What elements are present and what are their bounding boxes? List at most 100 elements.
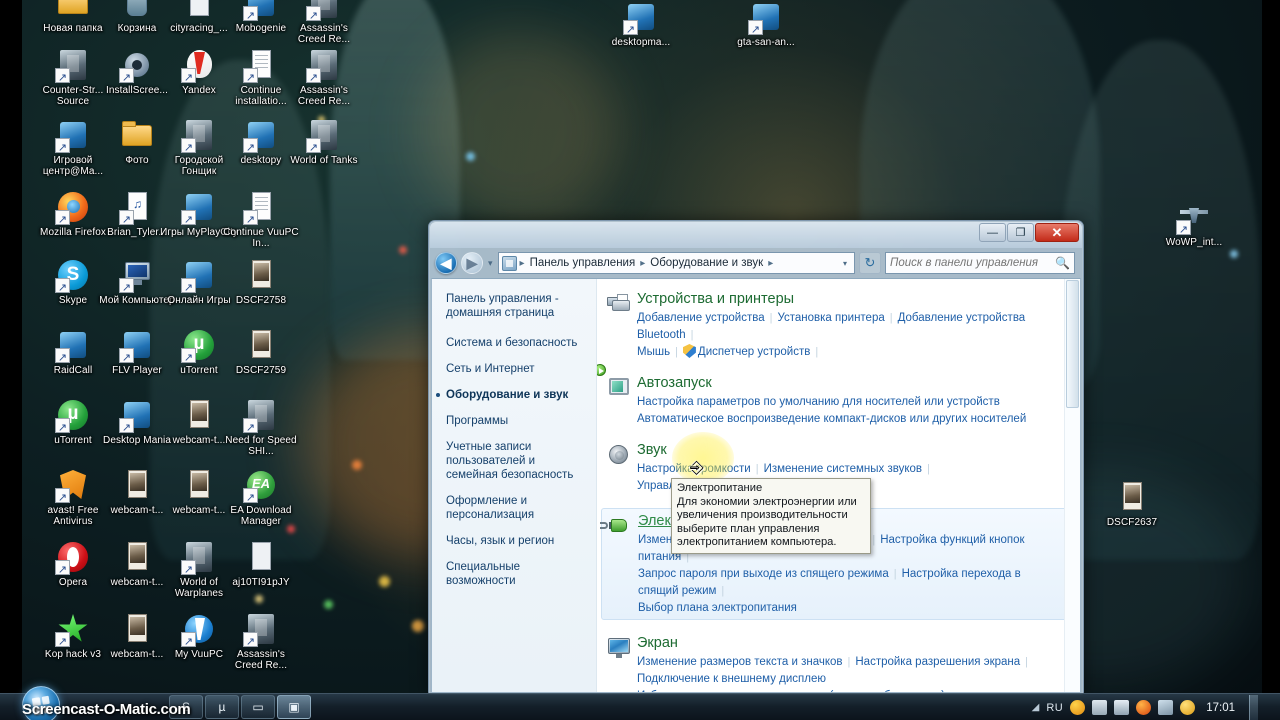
desktop-icon-label: EA Download Manager	[230, 505, 292, 527]
game-icon	[181, 540, 216, 577]
taskbar-button-skype[interactable]: S	[169, 695, 203, 719]
desktop-icon[interactable]: DSCF2637	[1093, 480, 1171, 528]
category-task-link[interactable]: Настройка параметров по умолчанию для но…	[637, 396, 1000, 408]
desktop-icon[interactable]: DSCF2758	[222, 258, 300, 306]
language-indicator[interactable]: RU	[1046, 702, 1063, 714]
sidebar-item[interactable]: Программы	[446, 414, 586, 428]
desktop-icon[interactable]: WoWP_int...	[1155, 200, 1233, 248]
category-title-link[interactable]: Автозапуск	[637, 374, 1060, 392]
desktop-icon-label: World of Tanks	[290, 155, 358, 166]
desktop-icon[interactable]: Assassin's Creed Re...	[222, 612, 300, 671]
game-icon	[181, 118, 216, 155]
game-icon	[55, 48, 90, 85]
tray-expand-icon[interactable]: ◢	[1032, 702, 1040, 713]
search-box[interactable]: 🔍	[885, 252, 1075, 274]
refresh-button-icon[interactable]: ↻	[859, 252, 881, 274]
desktop-icon[interactable]: DSCF2759	[222, 328, 300, 376]
breadcrumb-separator-icon: ▸	[640, 257, 646, 269]
breadcrumb-hardware-sound[interactable]: Оборудование и звук	[648, 256, 765, 270]
sidebar-item-home[interactable]: Панель управления - домашняя страница	[446, 292, 586, 320]
history-chevron-down-icon[interactable]: ▾	[487, 258, 494, 269]
navigation-bar: ◀ ▶ ▾ ▸ Панель управления ▸ Оборудование…	[430, 248, 1082, 278]
desktop-icon[interactable]: Continue VuuPC In...	[222, 190, 300, 249]
address-bar[interactable]: ▸ Панель управления ▸ Оборудование и зву…	[497, 252, 855, 274]
desktop-icon[interactable]: World of Tanks	[285, 118, 363, 166]
address-dropdown-chevron-icon[interactable]: ▾	[838, 259, 852, 268]
category-link-row: Настройка параметров по умолчанию для но…	[637, 393, 1060, 410]
photo-icon	[244, 258, 278, 292]
category-task-link[interactable]: Мышь	[637, 346, 670, 358]
window-controls: — ❐ ✕	[979, 223, 1079, 242]
network-icon[interactable]	[1158, 700, 1174, 715]
category-task-link[interactable]: Избавление от мерцания монитора (частота…	[637, 690, 945, 692]
desktop-icon[interactable]: gta-san-an...	[727, 0, 805, 48]
maximize-button[interactable]: ❐	[1007, 223, 1034, 242]
taskbar-button-screencast[interactable]: ▭	[241, 695, 275, 719]
search-input[interactable]	[890, 257, 1056, 269]
avast-icon[interactable]	[1070, 700, 1086, 715]
sidebar-item[interactable]: Сеть и Интернет	[446, 362, 586, 376]
forward-button-icon[interactable]: ▶	[461, 252, 483, 274]
category-title-link[interactable]: Устройства и принтеры	[637, 290, 1060, 308]
volume-icon[interactable]	[1114, 700, 1130, 715]
sidebar-item[interactable]: Оборудование и звук	[436, 388, 586, 402]
update-icon[interactable]	[1180, 700, 1196, 715]
app-icon	[181, 258, 216, 295]
category-title-link[interactable]: Звук	[637, 441, 1060, 459]
category-task-link[interactable]: Запрос пароля при выходе из спящего режи…	[638, 568, 889, 580]
firefox-icon[interactable]	[1136, 700, 1152, 715]
control-panel-window[interactable]: — ❐ ✕ ◀ ▶ ▾ ▸ Панель управления ▸ Оборуд…	[428, 220, 1084, 695]
sidebar-item[interactable]: Оформление и персонализация	[446, 494, 586, 522]
category-text: Экран Изменение размеров текста и значков…	[637, 634, 1060, 692]
back-button-icon[interactable]: ◀	[435, 252, 457, 274]
close-button[interactable]: ✕	[1035, 223, 1079, 242]
category-link-row: Настройка громкости | Изменение системных …	[637, 460, 1060, 477]
window-title-bar[interactable]: — ❐ ✕	[430, 222, 1082, 248]
category-task-link[interactable]: Настройка разрешения экрана	[855, 656, 1020, 668]
category-task-link[interactable]: Изменение системных звуков	[764, 463, 922, 475]
search-icon: 🔍	[1055, 256, 1070, 270]
wallpaper-decor	[255, 595, 263, 603]
content-scrollbar-thumb[interactable]	[1066, 280, 1079, 408]
sidebar-item[interactable]: Учетные записи пользователей и семейная …	[446, 440, 586, 482]
sidebar-item[interactable]: Система и безопасность	[446, 336, 586, 350]
category-link-row: Автоматическое воспроизведение компакт-д…	[637, 410, 1060, 427]
minimize-button[interactable]: —	[979, 223, 1006, 242]
app-icon	[623, 0, 658, 37]
sidebar-item[interactable]: Часы, язык и регион	[446, 534, 586, 548]
desktop-icon[interactable]: Need for Speed SHI...	[222, 398, 300, 457]
show-desktop-button[interactable]	[1249, 695, 1258, 720]
category-task-link[interactable]: Изменение размеров текста и значков	[637, 656, 843, 668]
category-task-link[interactable]: Добавление устройства	[637, 312, 765, 324]
desktop-icon[interactable]: Assassin's Creed Re...	[285, 48, 363, 107]
flag-icon[interactable]	[1092, 700, 1108, 715]
category-icon-wrap	[607, 441, 637, 494]
category-task-link[interactable]: Автоматическое воспроизведение компакт-д…	[637, 413, 1026, 425]
link-separator: |	[927, 463, 930, 475]
category-task-link[interactable]: Установка принтера	[777, 312, 884, 324]
desktop-icon[interactable]: EAEA Download Manager	[222, 468, 300, 527]
category-task-link[interactable]: Диспетчер устройств	[698, 346, 810, 358]
taskbar-clock[interactable]: 17:01	[1202, 702, 1239, 714]
skype-icon: S	[55, 258, 90, 295]
category-title-link[interactable]: Экран	[637, 634, 1060, 652]
link-separator: |	[721, 585, 725, 597]
start-button[interactable]	[22, 686, 60, 720]
shield-icon	[683, 344, 696, 358]
breadcrumb-control-panel[interactable]: Панель управления	[528, 256, 638, 270]
desktop-icon[interactable]: aj10TI91pJY	[222, 540, 300, 588]
taskbar-buttons: Sµ ▭ ▣	[168, 695, 312, 719]
desktop-icon[interactable]: Assassin's Creed Re...	[285, 0, 363, 45]
category-task-link[interactable]: Подключение к внешнему дисплею	[637, 673, 826, 685]
taskbar-button-control-panel[interactable]: ▣	[277, 695, 311, 719]
desktop-icon[interactable]: desktopma...	[602, 0, 680, 48]
breadcrumb-separator-icon: ▸	[519, 257, 525, 269]
category-task-link[interactable]: Выбор плана электропитания	[638, 602, 797, 614]
desktop-icon-label: DSCF2759	[235, 365, 287, 376]
taskbar-button-utorrent[interactable]: µ	[205, 695, 239, 719]
content-scrollbar-track[interactable]	[1064, 279, 1080, 692]
folder-icon	[56, 0, 90, 20]
sidebar-item[interactable]: Специальные возможности	[446, 560, 586, 588]
category-task-link[interactable]: Настройка громкости	[637, 463, 751, 475]
category-link-row: Добавление устройства | Установка принтера…	[637, 309, 1060, 343]
